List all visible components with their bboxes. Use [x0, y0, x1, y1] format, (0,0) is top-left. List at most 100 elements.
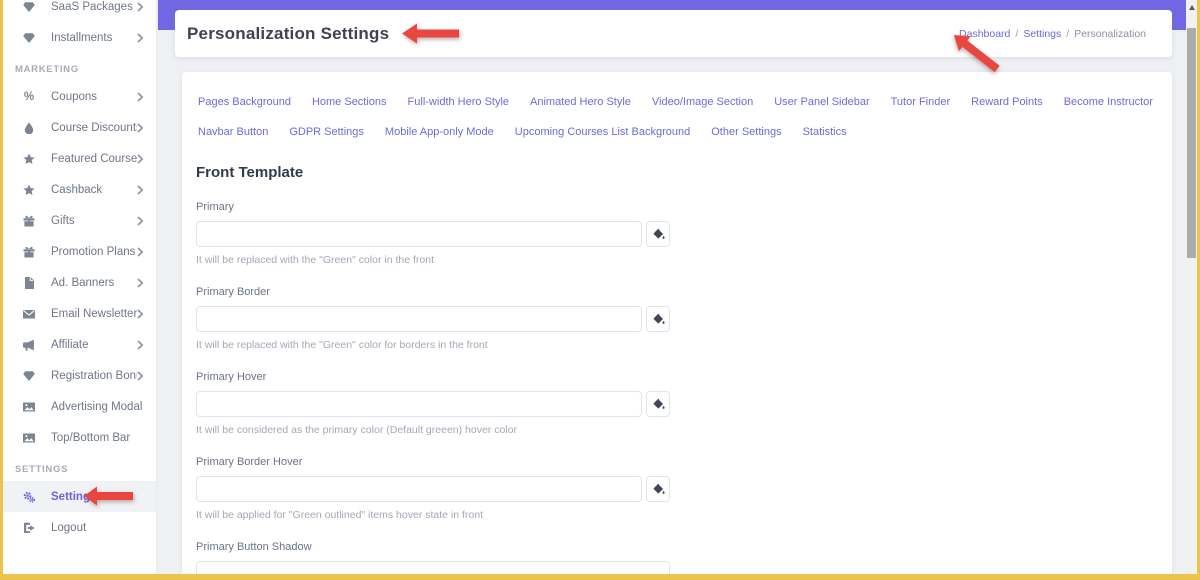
sidebar-item-installments[interactable]: Installments: [3, 22, 156, 53]
sidebar-item-label: Featured Courses: [51, 153, 137, 165]
star-icon: [22, 152, 36, 166]
sidebar-item-label: Promotion Plans: [51, 246, 137, 258]
sidebar-item-saas-packages[interactable]: SaaS Packages: [3, 0, 156, 22]
chevron-right-icon: [137, 185, 144, 195]
color-picker-button[interactable]: [646, 391, 670, 417]
chevron-right-icon: [137, 309, 144, 319]
chevron-right-icon: [137, 154, 144, 164]
sidebar-item-label: Logout: [51, 522, 144, 534]
primary-border-hover-input[interactable]: [196, 476, 642, 502]
chevron-right-icon: [137, 216, 144, 226]
tab-reward-points[interactable]: Reward Points: [969, 94, 1045, 110]
annotation-arrow-title: [402, 23, 459, 44]
page-frame: SaaS PackagesInstallmentsMARKETING%Coupo…: [0, 0, 1200, 580]
form-fields: PrimaryIt will be replaced with the "Gre…: [196, 201, 1158, 574]
sidebar-item-logout[interactable]: Logout: [3, 512, 156, 543]
image-icon: [22, 431, 36, 445]
color-picker-button[interactable]: [646, 221, 670, 247]
gem-icon: [22, 0, 36, 14]
primary-button-shadow-input[interactable]: [196, 561, 670, 574]
chevron-right-icon: [137, 247, 144, 257]
sidebar-item-coupons[interactable]: %Coupons: [3, 81, 156, 112]
envelope-icon: [22, 307, 36, 321]
sidebar-item-settings[interactable]: Settings: [3, 481, 156, 512]
app-window: SaaS PackagesInstallmentsMARKETING%Coupo…: [3, 0, 1197, 574]
main-area: Personalization Settings Dashboard/Setti…: [158, 0, 1186, 574]
color-picker-button[interactable]: [646, 306, 670, 332]
sidebar-section-settings: SETTINGS: [3, 453, 156, 481]
sidebar-item-gifts[interactable]: Gifts: [3, 205, 156, 236]
image-icon: [22, 400, 36, 414]
breadcrumb-separator: /: [1015, 28, 1018, 40]
breadcrumb-settings[interactable]: Settings: [1023, 28, 1061, 40]
tab-home-sections[interactable]: Home Sections: [310, 94, 389, 110]
tab-user-panel-sidebar[interactable]: User Panel Sidebar: [772, 94, 871, 110]
sidebar-item-course-discounts[interactable]: Course Discounts: [3, 112, 156, 143]
chevron-right-icon: [137, 340, 144, 350]
tab-upcoming-courses-list-background[interactable]: Upcoming Courses List Background: [513, 124, 692, 140]
field-primary: PrimaryIt will be replaced with the "Gre…: [196, 201, 670, 266]
sidebar-item-label: Advertising Modal: [51, 401, 144, 413]
tab-tutor-finder[interactable]: Tutor Finder: [889, 94, 953, 110]
chevron-right-icon: [137, 2, 144, 12]
field-input-row: [196, 306, 670, 332]
scrollbar-thumb[interactable]: [1187, 28, 1196, 258]
droplet-icon: [22, 121, 36, 135]
field-label: Primary Border Hover: [196, 456, 670, 468]
sidebar-item-label: Course Discounts: [51, 122, 137, 134]
sidebar-item-featured-courses[interactable]: Featured Courses: [3, 143, 156, 174]
field-label: Primary Hover: [196, 371, 670, 383]
tab-pages-background[interactable]: Pages Background: [196, 94, 293, 110]
bucket-icon: [652, 483, 665, 496]
tab-statistics[interactable]: Statistics: [801, 124, 849, 140]
page-title: Personalization Settings: [187, 24, 389, 44]
megaphone-icon: [22, 338, 36, 352]
scroll-up-button[interactable]: [1186, 0, 1197, 14]
tab-video-image-section[interactable]: Video/Image Section: [650, 94, 755, 110]
sidebar-item-label: SaaS Packages: [51, 1, 137, 13]
scrollbar[interactable]: [1186, 0, 1197, 574]
field-help-text: It will be considered as the primary col…: [196, 424, 670, 436]
field-help-text: It will be replaced with the "Green" col…: [196, 254, 670, 266]
sidebar-item-cashback[interactable]: Cashback: [3, 174, 156, 205]
tab-animated-hero-style[interactable]: Animated Hero Style: [528, 94, 633, 110]
tab-other-settings[interactable]: Other Settings: [709, 124, 783, 140]
sidebar-item-ad-banners[interactable]: Ad. Banners: [3, 267, 156, 298]
color-picker-button[interactable]: [646, 476, 670, 502]
tab-navbar-button[interactable]: Navbar Button: [196, 124, 270, 140]
sidebar-item-label: Gifts: [51, 215, 137, 227]
sidebar-item-affiliate[interactable]: Affiliate: [3, 329, 156, 360]
logout-icon: [22, 521, 36, 535]
scroll-up-arrow-icon: [1189, 5, 1195, 10]
primary-hover-input[interactable]: [196, 391, 642, 417]
breadcrumb-personalization: Personalization: [1074, 28, 1146, 40]
field-primary-button-shadow: Primary Button ShadowExample: 0 3px 6px …: [196, 541, 670, 574]
sidebar-item-advertising-modal[interactable]: Advertising Modal: [3, 391, 156, 422]
gift-icon: [22, 245, 36, 259]
primary-border-input[interactable]: [196, 306, 642, 332]
sidebar-item-top-bottom-bar[interactable]: Top/Bottom Bar: [3, 422, 156, 453]
sidebar-item-promotion-plans[interactable]: Promotion Plans: [3, 236, 156, 267]
sidebar-item-email-newsletter[interactable]: Email Newsletter: [3, 298, 156, 329]
gem-icon: [22, 31, 36, 45]
tab-become-instructor[interactable]: Become Instructor: [1062, 94, 1155, 110]
chevron-right-icon: [137, 278, 144, 288]
tab-gdpr-settings[interactable]: GDPR Settings: [287, 124, 366, 140]
gears-icon: [22, 490, 36, 504]
sidebar: SaaS PackagesInstallmentsMARKETING%Coupo…: [3, 0, 157, 574]
field-primary-border: Primary BorderIt will be replaced with t…: [196, 286, 670, 351]
sidebar-item-label: Cashback: [51, 184, 137, 196]
field-input-row: [196, 221, 670, 247]
tab-full-width-hero-style[interactable]: Full-width Hero Style: [406, 94, 511, 110]
sidebar-item-registration-bonus[interactable]: Registration Bonus: [3, 360, 156, 391]
gift-icon: [22, 214, 36, 228]
chevron-right-icon: [137, 33, 144, 43]
breadcrumb: Dashboard/Settings/Personalization: [959, 28, 1146, 40]
tab-mobile-app-only-mode[interactable]: Mobile App-only Mode: [383, 124, 496, 140]
chevron-right-icon: [137, 371, 144, 381]
percent-icon: %: [22, 90, 36, 104]
field-label: Primary Button Shadow: [196, 541, 670, 553]
sidebar-item-label: Ad. Banners: [51, 277, 137, 289]
page-header-card: Personalization Settings Dashboard/Setti…: [175, 10, 1172, 57]
primary-input[interactable]: [196, 221, 642, 247]
